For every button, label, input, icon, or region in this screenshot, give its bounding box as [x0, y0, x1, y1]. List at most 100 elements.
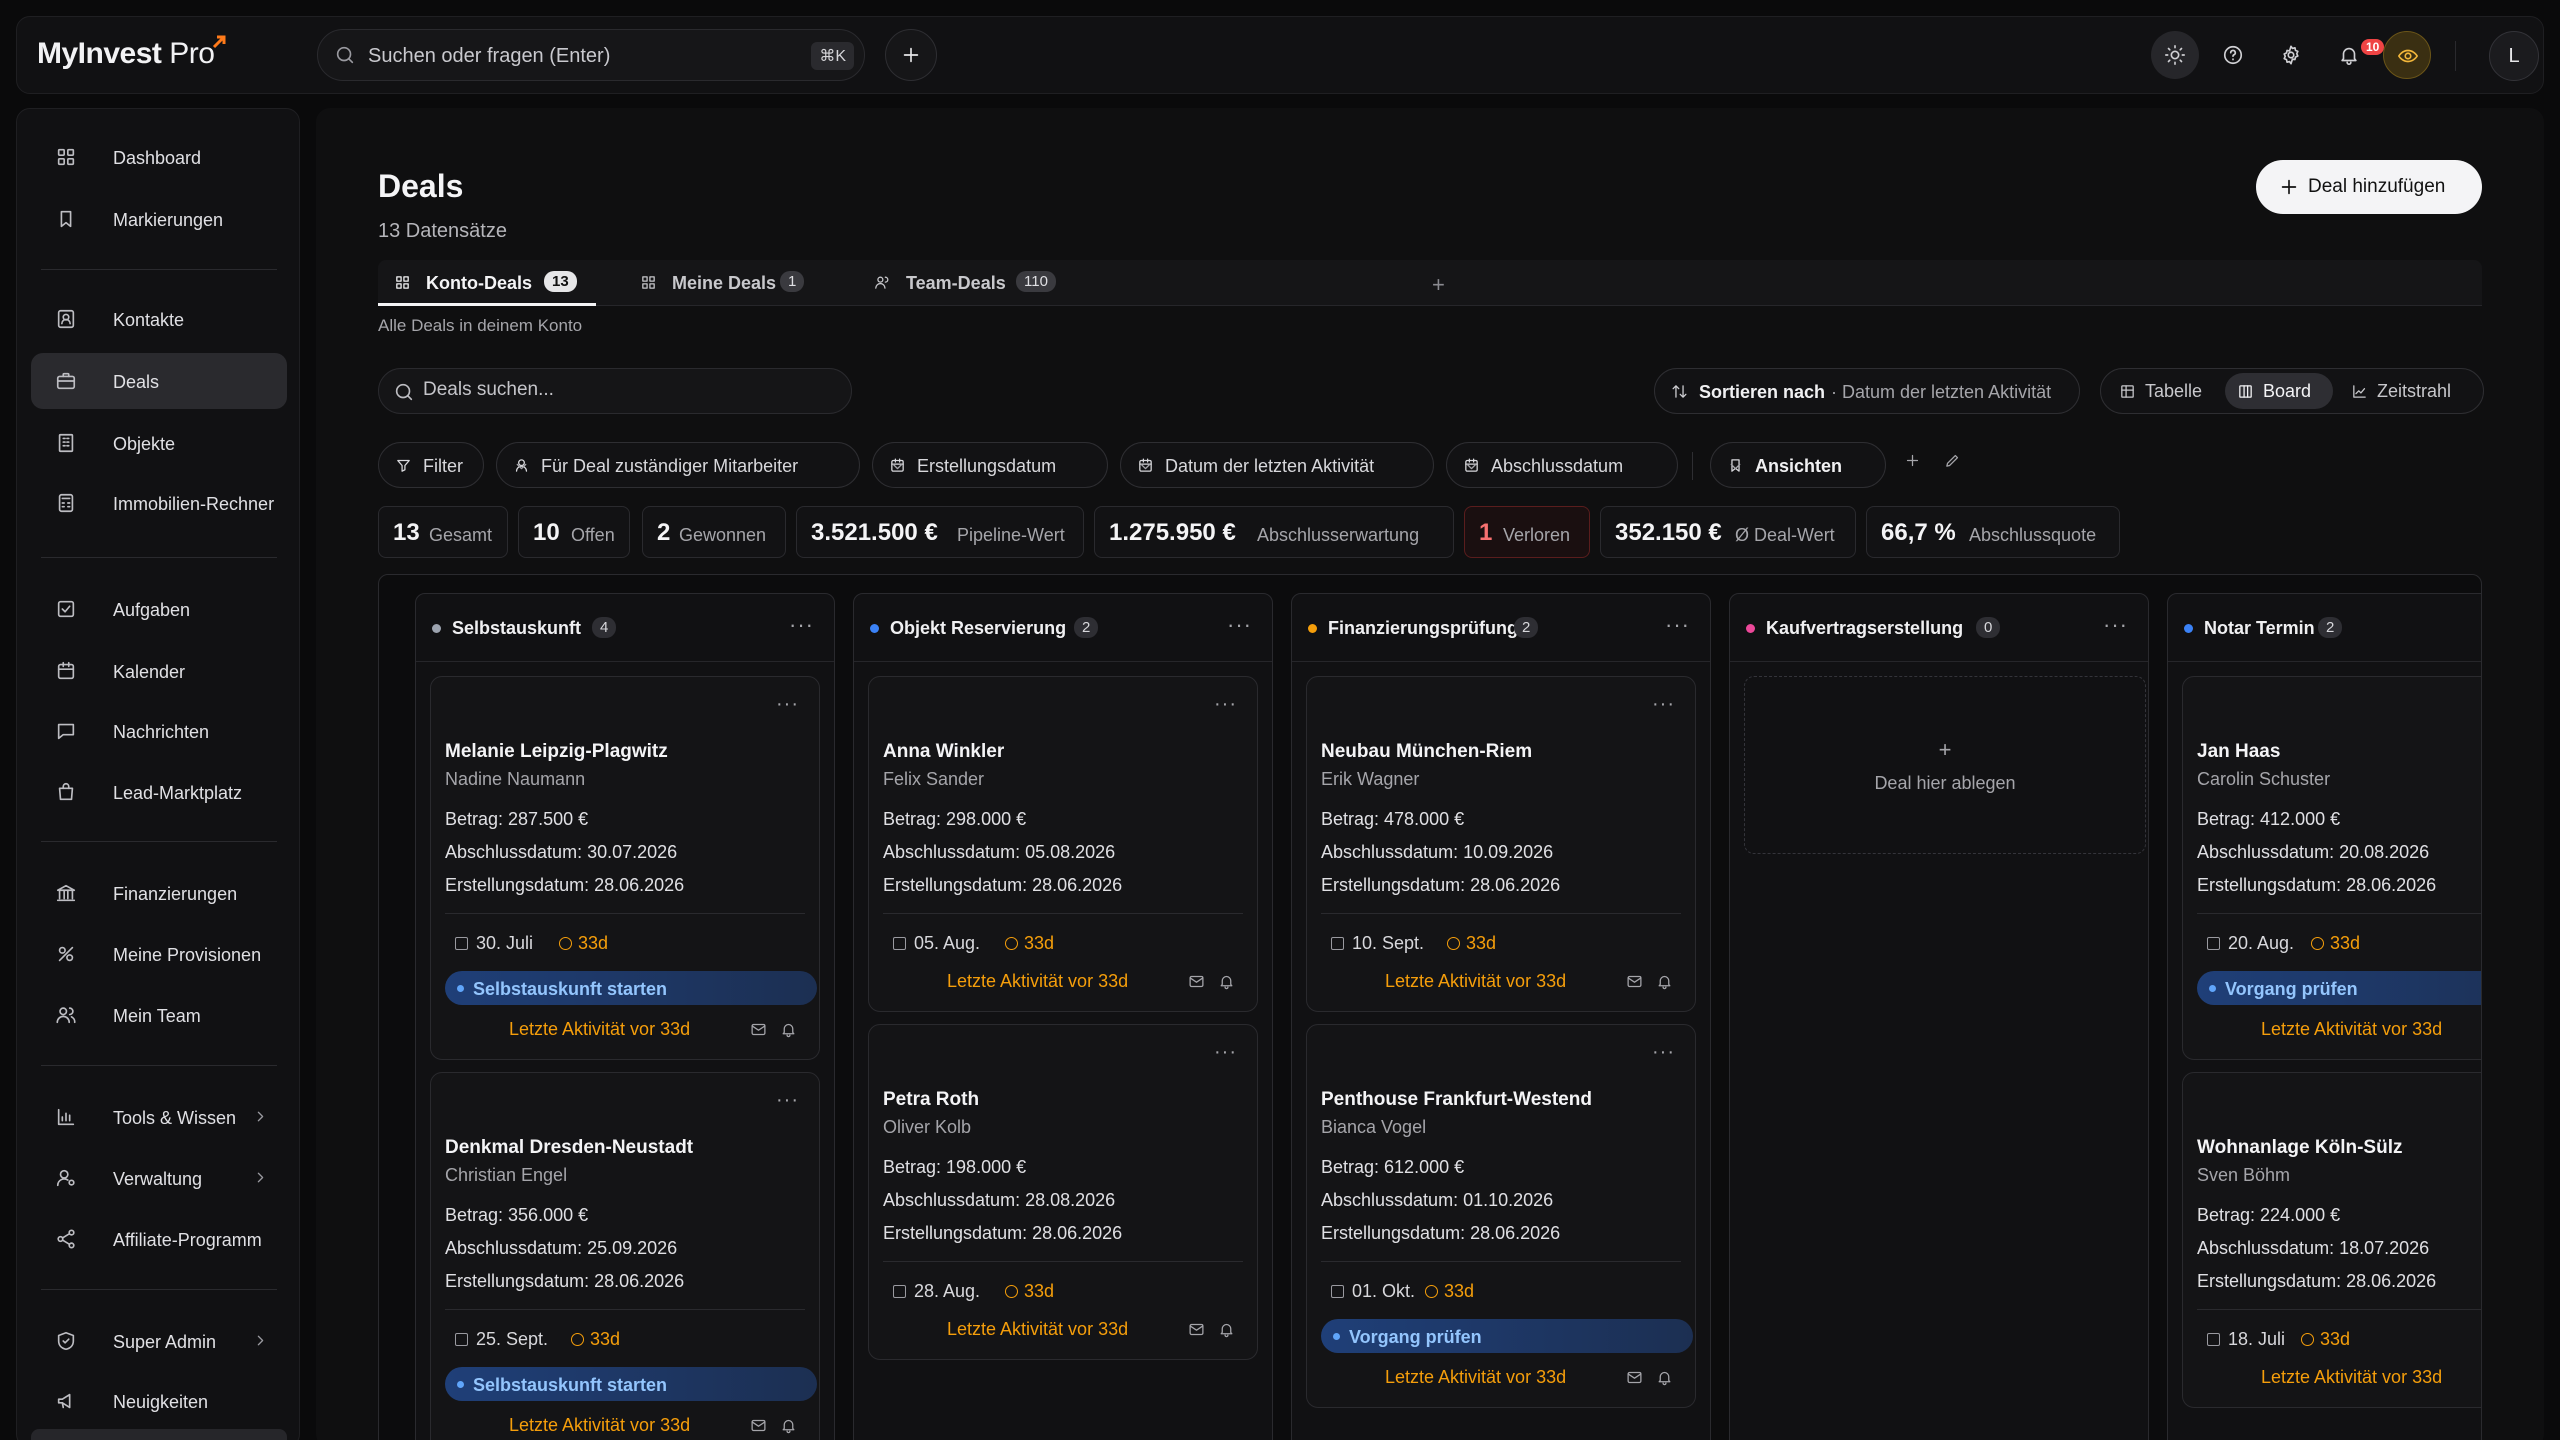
deal-search-input[interactable]	[423, 379, 823, 401]
sidebar-item-mein-team[interactable]: Mein Team	[31, 987, 287, 1043]
saved-views-dropdown[interactable]: Ansichten	[1710, 442, 1886, 488]
column-count-badge: 2	[1074, 617, 1099, 638]
tab-team-deals[interactable]: Team-Deals 110	[858, 260, 1078, 306]
quick-add-button[interactable]	[885, 29, 937, 81]
stage-action-button[interactable]: Vorgang prüfen	[1321, 1319, 1693, 1353]
deal-title[interactable]: Anna Winkler	[883, 741, 1004, 763]
deal-card[interactable]: ··· Anna Winkler Felix Sander Betrag: 29…	[868, 676, 1258, 1012]
sidebar-item-dashboard[interactable]: Dashboard	[31, 129, 287, 185]
card-more-icon[interactable]: ···	[1652, 1041, 1675, 1064]
mail-icon[interactable]	[1188, 1321, 1205, 1338]
column-more-icon[interactable]: ···	[789, 612, 814, 638]
card-more-icon[interactable]: ···	[1214, 693, 1237, 716]
deal-title[interactable]: Denkmal Dresden-Neustadt	[445, 1137, 693, 1159]
filter-owner-dropdown[interactable]: Für Deal zuständiger Mitarbeiter	[496, 442, 860, 488]
stat-open: 10 Offen	[518, 506, 630, 558]
theme-toggle-button[interactable]	[2151, 31, 2199, 79]
sidebar-item-affiliate-programm[interactable]: Affiliate-Programm	[31, 1211, 287, 1267]
global-search-input[interactable]: Suchen oder fragen (Enter) ⌘K	[317, 29, 865, 81]
column-more-icon[interactable]: ···	[1665, 612, 1690, 638]
chevron-down-icon	[1730, 463, 1741, 470]
stage-action-label: Vorgang prüfen	[2225, 979, 2358, 999]
sidebar-item-verwaltung[interactable]: Verwaltung	[31, 1150, 287, 1206]
bell-icon[interactable]	[780, 1021, 797, 1038]
mail-icon[interactable]	[750, 1021, 767, 1038]
sidebar-item-immobilien-rechner[interactable]: Immobilien-Rechner	[31, 475, 287, 531]
card-more-icon[interactable]: ···	[1652, 693, 1675, 716]
sidebar-item-super-admin[interactable]: Super Admin	[31, 1313, 287, 1369]
mail-icon[interactable]	[1188, 973, 1205, 990]
user-avatar[interactable]: L	[2489, 31, 2539, 81]
sidebar-item-meine-provisionen[interactable]: Meine Provisionen	[31, 926, 287, 982]
mail-icon[interactable]	[1626, 973, 1643, 990]
sort-button[interactable]: Sortieren nach · Datum der letzten Aktiv…	[1654, 368, 2080, 414]
deal-card[interactable]: ··· Denkmal Dresden-Neustadt Christian E…	[430, 1072, 820, 1440]
sidebar-item-lead-marktplatz[interactable]: Lead-Marktplatz	[31, 764, 287, 820]
card-more-icon[interactable]: ···	[1214, 1041, 1237, 1064]
tab-konto-deals[interactable]: Konto-Deals 13	[378, 260, 596, 306]
sidebar-item-finanzierungen[interactable]: Finanzierungen	[31, 865, 287, 921]
deal-card[interactable]: ··· Melanie Leipzig-Plagwitz Nadine Naum…	[430, 676, 820, 1060]
bell-icon[interactable]	[780, 1417, 797, 1434]
sidebar-item-neuigkeiten[interactable]: Neuigkeiten	[31, 1373, 287, 1429]
deal-title[interactable]: Jan Haas	[2197, 741, 2280, 763]
add-deal-button[interactable]: Deal hinzufügen	[2256, 160, 2482, 214]
sidebar-item-kalender[interactable]: Kalender	[31, 643, 287, 699]
help-button[interactable]	[2209, 31, 2257, 79]
add-view-icon[interactable]	[1904, 452, 1921, 469]
sidebar-item-deals[interactable]: Deals	[31, 353, 287, 409]
preview-mode-button[interactable]	[2383, 31, 2431, 79]
sun-icon	[2165, 45, 2185, 65]
sidebar-item-aufgaben[interactable]: Aufgaben	[31, 581, 287, 637]
drop-zone[interactable]: + Deal hier ablegen	[1744, 676, 2146, 854]
app-logo[interactable]: MyInvest Pro	[37, 35, 226, 71]
stage-action-button[interactable]: Selbstauskunft starten	[445, 971, 817, 1005]
settings-button[interactable]	[2267, 31, 2315, 79]
filter-button[interactable]: Filter	[378, 442, 484, 488]
bell-icon[interactable]	[1656, 1369, 1673, 1386]
filter-created-dropdown[interactable]: Erstellungsdatum	[872, 442, 1108, 488]
deal-card[interactable]: ··· Neubau München-Riem Erik Wagner Betr…	[1306, 676, 1696, 1012]
bell-icon[interactable]	[1218, 973, 1235, 990]
sidebar-item-tools-wissen[interactable]: Tools & Wissen	[31, 1089, 287, 1145]
deal-title[interactable]: Petra Roth	[883, 1089, 979, 1111]
sidebar-item-objekte[interactable]: Objekte	[31, 415, 287, 471]
sort-arrows-icon	[1672, 385, 1687, 398]
column-more-icon[interactable]: ···	[1227, 612, 1252, 638]
card-more-icon[interactable]: ···	[776, 1089, 799, 1112]
sidebar-item-markierungen[interactable]: Markierungen	[31, 191, 287, 247]
mail-icon[interactable]	[750, 1417, 767, 1434]
card-more-icon[interactable]: ···	[776, 693, 799, 716]
mail-icon[interactable]	[1626, 1369, 1643, 1386]
bell-icon[interactable]	[1656, 973, 1673, 990]
column-more-icon[interactable]: ···	[2103, 612, 2128, 638]
notifications-button[interactable]	[2325, 31, 2373, 79]
pencil-icon[interactable]	[1944, 452, 1961, 469]
deal-card[interactable]: ··· Petra Roth Oliver Kolb Betrag: 198.0…	[868, 1024, 1258, 1360]
deal-title[interactable]: Penthouse Frankfurt-Westend	[1321, 1089, 1592, 1111]
deal-search-field[interactable]	[378, 368, 852, 414]
sidebar-footer[interactable]	[31, 1429, 287, 1440]
deal-title[interactable]: Melanie Leipzig-Plagwitz	[445, 741, 668, 763]
sidebar-item-nachrichten[interactable]: Nachrichten	[31, 703, 287, 759]
view-board[interactable]: Board	[2225, 373, 2333, 409]
stat-label: Abschlussquote	[1969, 525, 2097, 545]
deal-card[interactable]: Jan Haas Carolin Schuster Betrag: 412.00…	[2182, 676, 2481, 1060]
deal-card[interactable]: ··· Penthouse Frankfurt-Westend Bianca V…	[1306, 1024, 1696, 1408]
view-tabelle[interactable]: Tabelle	[2107, 373, 2219, 409]
deal-card[interactable]: Wohnanlage Köln-Sülz Sven Böhm Betrag: 2…	[2182, 1072, 2481, 1408]
filter-last-activity-dropdown[interactable]: Datum der letzten Aktivität	[1120, 442, 1434, 488]
card-divider	[2197, 1309, 2481, 1310]
sidebar-item-kontakte[interactable]: Kontakte	[31, 291, 287, 347]
filter-close-date-dropdown[interactable]: Abschlussdatum	[1446, 442, 1678, 488]
stage-action-button[interactable]: Vorgang prüfen	[2197, 971, 2481, 1005]
tab-meine-deals[interactable]: Meine Deals 1	[624, 260, 824, 306]
stage-action-button[interactable]: Selbstauskunft starten	[445, 1367, 817, 1401]
deal-title[interactable]: Wohnanlage Köln-Sülz	[2197, 1137, 2402, 1159]
sidebar-item-label: Deals	[113, 372, 160, 392]
view-zeitstrahl[interactable]: Zeitstrahl	[2339, 373, 2479, 409]
chevron-down-icon	[892, 463, 903, 470]
deal-title[interactable]: Neubau München-Riem	[1321, 741, 1532, 763]
bell-icon[interactable]	[1218, 1321, 1235, 1338]
add-tab-button[interactable]: +	[1432, 272, 1445, 298]
